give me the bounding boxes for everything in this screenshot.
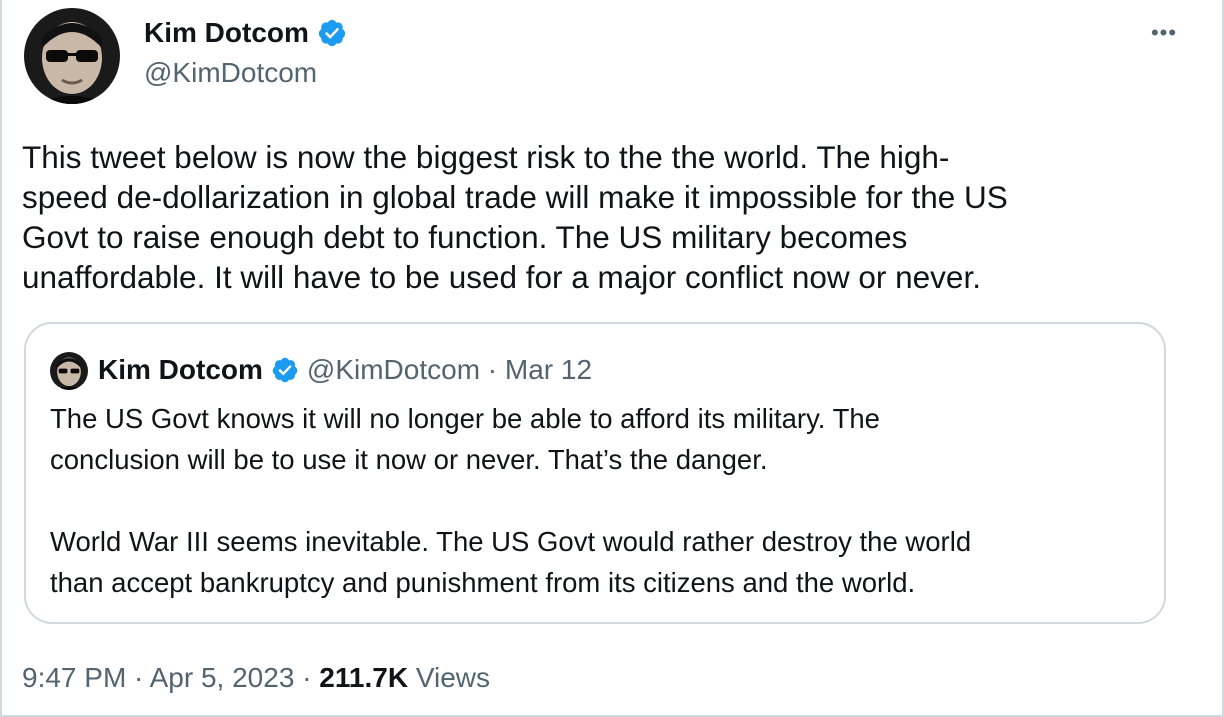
author-avatar[interactable] [24, 8, 120, 104]
quoted-author-avatar [50, 352, 88, 390]
more-options-icon: ••• [1150, 20, 1178, 45]
separator: · [294, 662, 320, 693]
profile-photo-icon [50, 352, 88, 390]
views-label: Views [408, 662, 491, 693]
quoted-paragraph: The US Govt knows it will no longer be a… [50, 403, 880, 475]
verified-badge-icon [272, 357, 298, 383]
quoted-tweet-text: The US Govt knows it will no longer be a… [50, 398, 1140, 603]
quoted-author-meta: @KimDotcom · Mar 12 [306, 354, 593, 385]
tweet-time[interactable]: 9:47 PM [22, 662, 126, 693]
more-options-button[interactable]: ••• [1144, 16, 1184, 50]
quoted-author-name: Kim Dotcom [98, 354, 263, 385]
separator: · [126, 662, 150, 693]
verified-badge-icon [318, 19, 346, 47]
profile-photo-icon [24, 8, 120, 104]
tweet-card: Kim Dotcom @KimDotcom ••• This tweet bel… [0, 0, 1224, 717]
author-handle[interactable]: @KimDotcom [144, 56, 317, 90]
author-name-row[interactable]: Kim Dotcom [144, 16, 347, 50]
author-name[interactable]: Kim Dotcom [144, 16, 309, 50]
tweet-date[interactable]: Apr 5, 2023 [150, 662, 295, 693]
quoted-tweet[interactable]: Kim Dotcom @KimDotcom · Mar 12 The US Go… [24, 322, 1166, 624]
quoted-tweet-header: Kim Dotcom @KimDotcom · Mar 12 [98, 352, 592, 388]
tweet-footer: 9:47 PM · Apr 5, 2023 · 211.7K Views [22, 660, 490, 696]
quoted-paragraph: World War III seems inevitable. The US G… [50, 526, 972, 598]
views-count: 211.7K [319, 662, 409, 693]
tweet-text: This tweet below is now the biggest risk… [22, 139, 1008, 295]
